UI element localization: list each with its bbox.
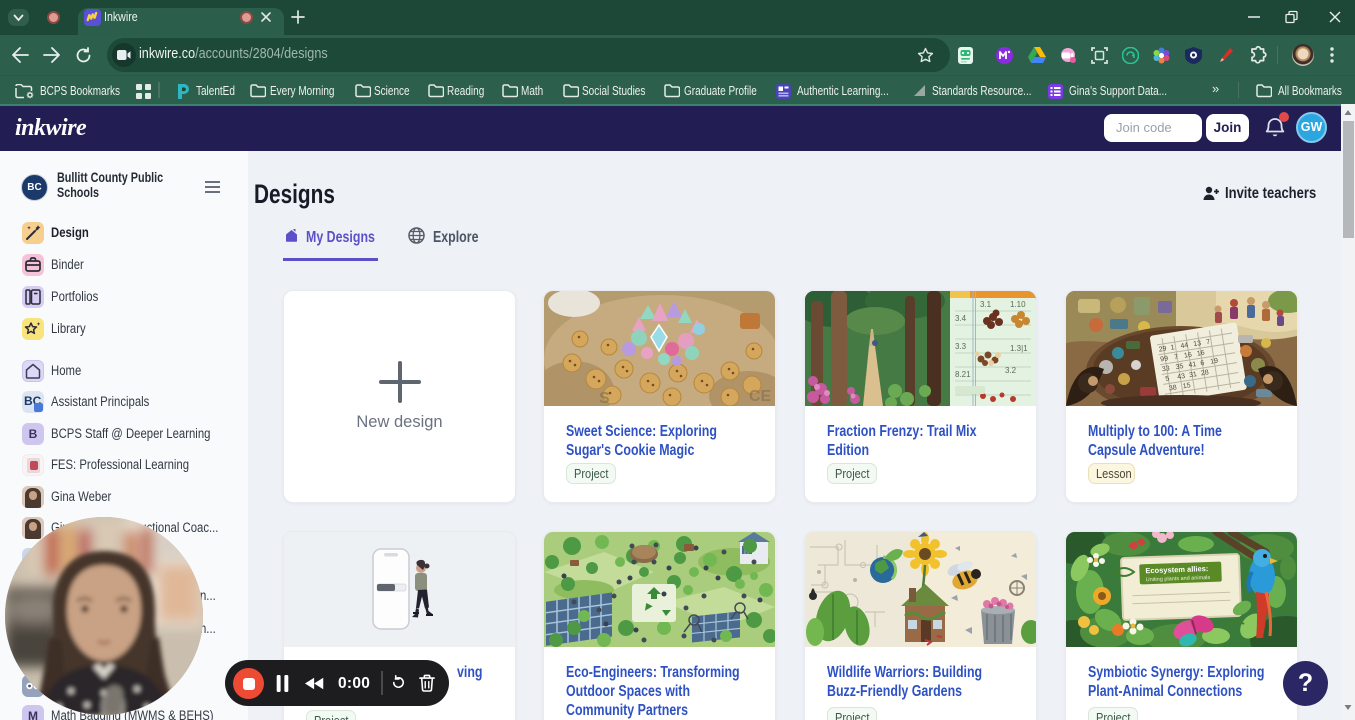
- svg-text:15: 15: [1182, 382, 1191, 390]
- svg-text:8.21: 8.21: [955, 370, 971, 379]
- svg-text:3.3: 3.3: [955, 342, 967, 351]
- svg-text:38: 38: [1169, 384, 1178, 392]
- svg-text:3.4: 3.4: [955, 314, 967, 323]
- svg-text:41: 41: [1188, 361, 1197, 369]
- svg-text:1.3|1: 1.3|1: [1010, 344, 1028, 353]
- svg-text:44: 44: [1180, 342, 1189, 350]
- svg-text:3.1: 3.1: [980, 300, 992, 309]
- svg-text:35: 35: [1175, 363, 1184, 371]
- svg-text:33: 33: [1161, 365, 1170, 373]
- svg-text:16: 16: [1184, 352, 1193, 360]
- svg-text:3.2: 3.2: [1005, 366, 1017, 375]
- svg-text:99: 99: [1160, 355, 1169, 363]
- svg-text:19: 19: [1210, 358, 1219, 366]
- svg-text:S: S: [599, 390, 610, 406]
- svg-text:13: 13: [1193, 340, 1202, 348]
- svg-text:29: 29: [1158, 345, 1167, 353]
- svg-text:1.10: 1.10: [1010, 300, 1026, 309]
- svg-text:CE: CE: [749, 388, 772, 405]
- svg-text:28: 28: [1201, 369, 1210, 377]
- svg-text:43: 43: [1177, 373, 1186, 381]
- svg-text:31: 31: [1189, 371, 1198, 379]
- svg-text:16: 16: [1196, 350, 1205, 358]
